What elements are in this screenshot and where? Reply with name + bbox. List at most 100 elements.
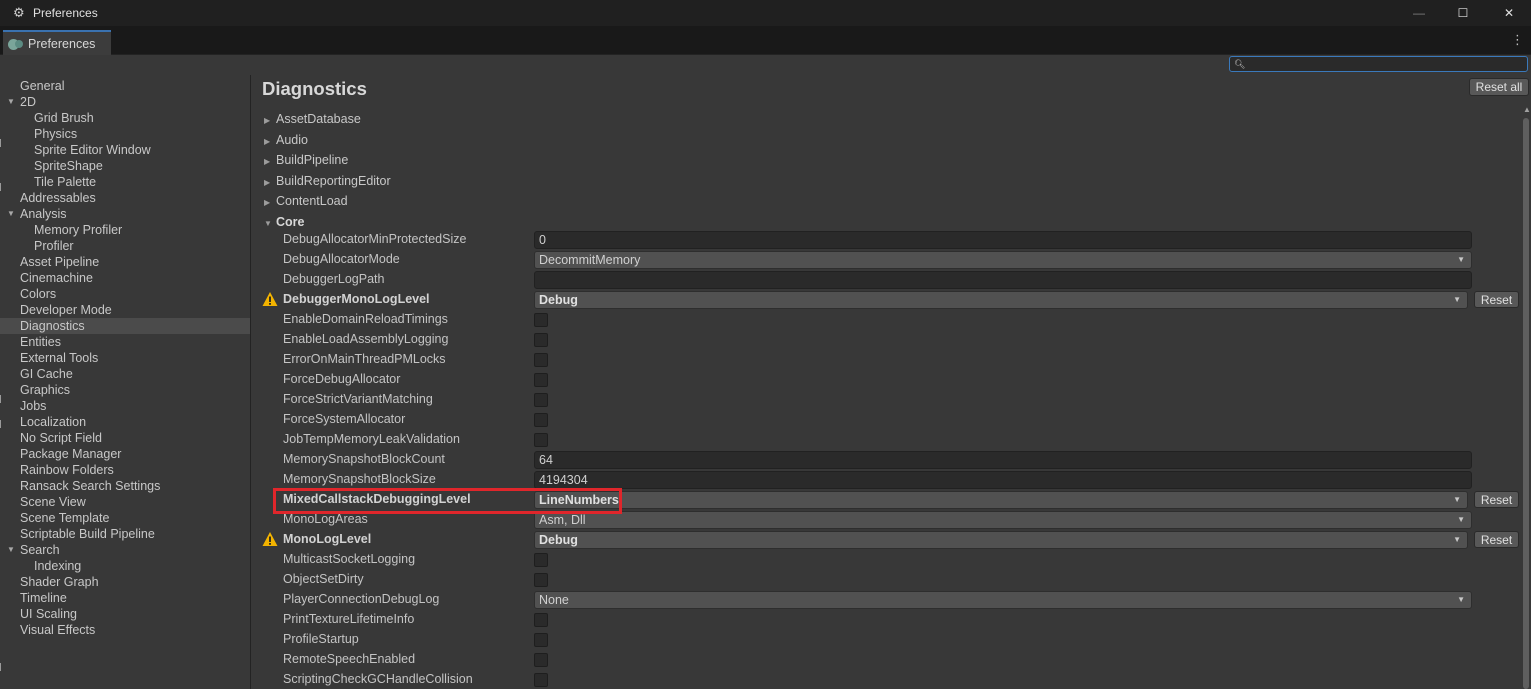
property-row-playerconnectiondebuglog: PlayerConnectionDebugLog None ▼ — [252, 590, 1522, 610]
sidebar-item-scriptable-build-pipeline[interactable]: Scriptable Build Pipeline — [0, 526, 250, 542]
sidebar-item-scene-view[interactable]: Scene View — [0, 494, 250, 510]
property-row-forcestrictvariantmatching: ForceStrictVariantMatching — [252, 390, 1522, 410]
scrollbar-thumb[interactable] — [1523, 118, 1529, 689]
sidebar-item-rainbow-folders[interactable]: Rainbow Folders — [0, 462, 250, 478]
vertical-scrollbar[interactable]: ▲ — [1522, 105, 1531, 689]
sidebar-item-graphics[interactable]: Graphics — [0, 382, 250, 398]
sidebar-item-search[interactable]: ▼ Search — [0, 542, 250, 558]
sidebar-item-grid-brush[interactable]: Grid Brush — [0, 110, 250, 126]
tab-preferences[interactable]: Preferences — [3, 30, 111, 55]
checkbox[interactable] — [534, 653, 548, 667]
property-row-memorysnapshotblocksize: MemorySnapshotBlockSize 4194304 — [252, 470, 1522, 490]
sidebar-item-ransack-search-settings[interactable]: Ransack Search Settings — [0, 478, 250, 494]
sidebar-item-scene-template[interactable]: Scene Template — [0, 510, 250, 526]
sidebar-item-spriteshape[interactable]: SpriteShape — [0, 158, 250, 174]
sidebar-item-gi-cache[interactable]: GI Cache — [0, 366, 250, 382]
reset-button[interactable]: Reset — [1474, 491, 1519, 508]
sidebar-item-analysis[interactable]: ▼ Analysis — [0, 206, 250, 222]
sidebar-item-asset-pipeline[interactable]: Asset Pipeline — [0, 254, 250, 270]
chevron-down-icon: ▼ — [1453, 495, 1461, 504]
sidebar-item-tile-palette[interactable]: Tile Palette — [0, 174, 250, 190]
text-field[interactable]: 64 — [534, 451, 1472, 469]
text-field[interactable]: 0 — [534, 231, 1472, 249]
scroll-up-icon[interactable]: ▲ — [1523, 105, 1531, 114]
sidebar-item-label: Localization — [20, 415, 87, 429]
reset-all-button[interactable]: Reset all — [1469, 78, 1529, 96]
checkbox[interactable] — [534, 573, 548, 587]
foldout-contentload[interactable]: ▶ ContentLoad — [264, 192, 348, 210]
property-label: ErrorOnMainThreadPMLocks — [283, 352, 446, 366]
main-panel: Diagnostics Reset all ▲ ▶ AssetDatabase ▶ A… — [252, 75, 1531, 689]
text-field[interactable]: 4194304 — [534, 471, 1472, 489]
foldout-core[interactable]: ▼ Core — [264, 213, 304, 231]
sidebar-item-sprite-editor-window[interactable]: Sprite Editor Window — [0, 142, 250, 158]
sidebar-item-label: Rainbow Folders — [20, 463, 114, 477]
sidebar-item-label: Addressables — [20, 191, 96, 205]
dropdown-value: Debug — [539, 533, 578, 547]
checkbox[interactable] — [534, 393, 548, 407]
checkbox[interactable] — [534, 433, 548, 447]
dropdown-value: None — [539, 593, 569, 607]
sidebar-item-jobs[interactable]: Jobs — [0, 398, 250, 414]
dropdown-field[interactable]: Debug ▼ — [534, 291, 1468, 309]
sidebar-item-memory-profiler[interactable]: Memory Profiler — [0, 222, 250, 238]
sidebar-item-localization[interactable]: Localization — [0, 414, 250, 430]
sidebar-item-cinemachine[interactable]: Cinemachine — [0, 270, 250, 286]
checkbox[interactable] — [534, 373, 548, 387]
sidebar-item-developer-mode[interactable]: Developer Mode — [0, 302, 250, 318]
sidebar-item-diagnostics[interactable]: Diagnostics — [0, 318, 250, 334]
foldout-buildpipeline[interactable]: ▶ BuildPipeline — [264, 151, 348, 169]
foldout-assetdatabase[interactable]: ▶ AssetDatabase — [264, 110, 361, 128]
dropdown-field[interactable]: LineNumbers ▼ — [534, 491, 1468, 509]
property-row-debuggerlogpath: DebuggerLogPath — [252, 270, 1522, 290]
property-row-printtexturelifetimeinfo: PrintTextureLifetimeInfo — [252, 610, 1522, 630]
more-options-icon[interactable]: ⋮ — [1511, 32, 1524, 48]
checkbox[interactable] — [534, 353, 548, 367]
sidebar-item-external-tools[interactable]: External Tools — [0, 350, 250, 366]
foldout-buildreportingeditor[interactable]: ▶ BuildReportingEditor — [264, 172, 391, 190]
text-field[interactable] — [534, 271, 1472, 289]
search-input[interactable] — [1244, 57, 1524, 71]
sidebar-item-shader-graph[interactable]: Shader Graph — [0, 574, 250, 590]
sidebar-item-physics[interactable]: Physics — [0, 126, 250, 142]
sidebar: General ▼ 2D Grid Brush Physics Sprite Editor… — [0, 75, 251, 689]
expand-arrow-icon[interactable]: ▼ — [7, 542, 15, 558]
checkbox[interactable] — [534, 333, 548, 347]
dropdown-field[interactable]: Asm, Dll ▼ — [534, 511, 1472, 529]
sidebar-item-colors[interactable]: Colors — [0, 286, 250, 302]
dropdown-field[interactable]: DecommitMemory ▼ — [534, 251, 1472, 269]
sidebar-item-indexing[interactable]: Indexing — [0, 558, 250, 574]
sidebar-item-entities[interactable]: Entities — [0, 334, 250, 350]
checkbox[interactable] — [534, 413, 548, 427]
close-button[interactable]: ✕ — [1486, 0, 1531, 26]
sidebar-item-ui-scaling[interactable]: UI Scaling — [0, 606, 250, 622]
property-label: DebugAllocatorMinProtectedSize — [283, 232, 467, 246]
expand-arrow-icon[interactable]: ▼ — [7, 94, 15, 110]
sidebar-item-no-script-field[interactable]: No Script Field — [0, 430, 250, 446]
checkbox[interactable] — [534, 633, 548, 647]
reset-button[interactable]: Reset — [1474, 531, 1519, 548]
checkbox[interactable] — [534, 553, 548, 567]
dropdown-field[interactable]: Debug ▼ — [534, 531, 1468, 549]
sidebar-item-package-manager[interactable]: Package Manager — [0, 446, 250, 462]
minimize-button[interactable]: — — [1396, 0, 1442, 26]
sidebar-item-label: Memory Profiler — [34, 223, 123, 237]
reset-button[interactable]: Reset — [1474, 291, 1519, 308]
property-label: ForceSystemAllocator — [283, 412, 406, 426]
sidebar-item-visual-effects[interactable]: Visual Effects — [0, 622, 250, 638]
property-row-debugallocatorminprotectedsize: DebugAllocatorMinProtectedSize 0 — [252, 230, 1522, 250]
sidebar-item-addressables[interactable]: Addressables — [0, 190, 250, 206]
sidebar-item-label: GI Cache — [20, 367, 73, 381]
maximize-button[interactable]: ☐ — [1440, 0, 1486, 26]
sidebar-item-2d[interactable]: ▼ 2D — [0, 94, 250, 110]
sidebar-item-general[interactable]: General — [0, 78, 250, 94]
checkbox[interactable] — [534, 673, 548, 687]
expand-arrow-icon[interactable]: ▼ — [7, 206, 15, 222]
sidebar-item-profiler[interactable]: Profiler — [0, 238, 250, 254]
search-field[interactable]: 🔍︎ — [1229, 56, 1528, 72]
sidebar-item-timeline[interactable]: Timeline — [0, 590, 250, 606]
checkbox[interactable] — [534, 313, 548, 327]
dropdown-field[interactable]: None ▼ — [534, 591, 1472, 609]
checkbox[interactable] — [534, 613, 548, 627]
foldout-audio[interactable]: ▶ Audio — [264, 131, 308, 149]
